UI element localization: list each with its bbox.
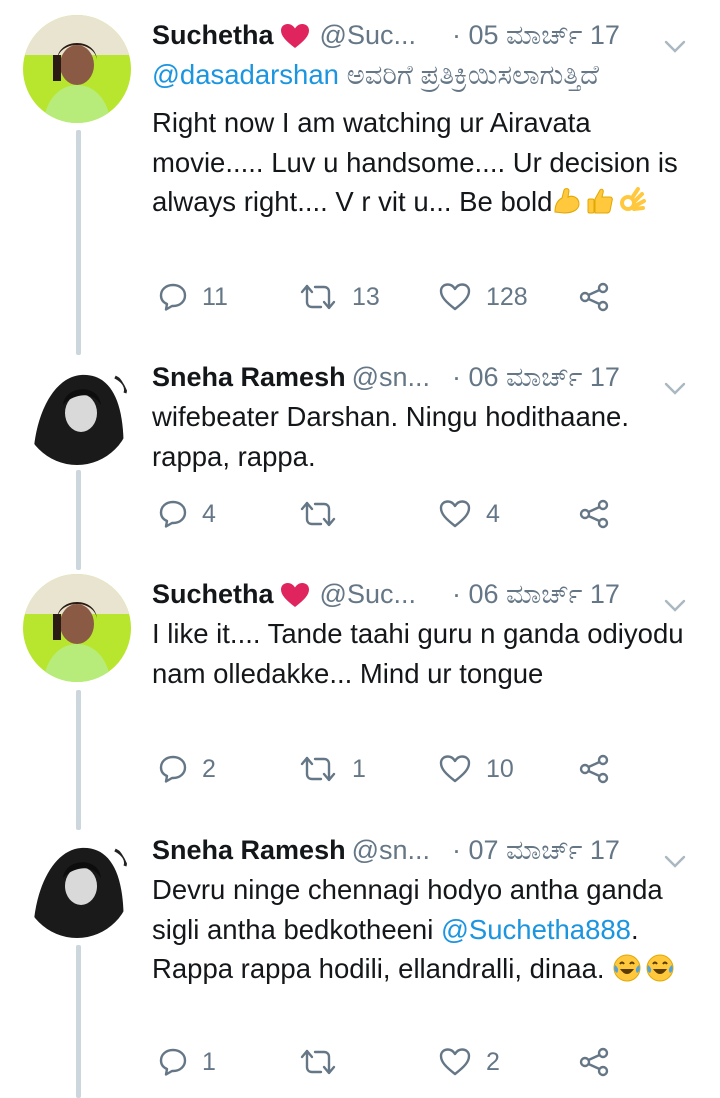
user-name[interactable]: Suchetha <box>152 579 274 609</box>
user-handle[interactable]: @sn... <box>352 362 430 392</box>
retweet-button[interactable] <box>298 1042 352 1082</box>
red-heart-icon <box>280 20 310 60</box>
avatar[interactable] <box>23 15 131 123</box>
reply-count: 11 <box>202 282 228 311</box>
reply-icon <box>158 282 188 312</box>
reply-button[interactable]: 1 <box>158 1042 216 1082</box>
retweet-icon <box>298 754 338 784</box>
emoji-flexed-biceps <box>552 186 582 216</box>
reply-to-link[interactable]: @dasadarshan <box>152 59 339 90</box>
heart-outline-icon <box>438 499 472 529</box>
retweet-button[interactable]: 1 <box>298 749 366 789</box>
share-button[interactable] <box>578 277 610 317</box>
tweet-text: wifebeater Darshan. Ningu hodithaane. ra… <box>152 397 697 476</box>
tweet-actions: 2 1 10 <box>152 749 652 789</box>
like-count: 4 <box>486 499 500 528</box>
emoji-face-with-tears-of-joy <box>645 953 675 983</box>
share-button[interactable] <box>578 1042 610 1082</box>
heart-outline-icon <box>438 1047 472 1077</box>
mention-link[interactable]: @Suchetha888 <box>441 914 631 945</box>
reply-count: 4 <box>202 499 216 528</box>
tweet-timestamp[interactable]: · 05 ಮಾರ್ಚ್ 17 <box>452 15 620 55</box>
avatar[interactable] <box>23 830 131 938</box>
thread-line <box>76 690 81 830</box>
avatar[interactable] <box>23 357 131 465</box>
user-handle[interactable]: @Suc... <box>320 579 416 609</box>
like-button[interactable]: 10 <box>438 749 514 789</box>
share-icon <box>578 499 610 529</box>
heart-outline-icon <box>438 282 472 312</box>
retweet-button[interactable]: 13 <box>298 277 380 317</box>
retweet-count: 1 <box>352 754 366 783</box>
tweet-timestamp[interactable]: · 06 ಮಾರ್ಚ್ 17 <box>452 357 620 397</box>
like-button[interactable]: 4 <box>438 494 500 534</box>
user-name[interactable]: Sneha Ramesh <box>152 362 346 392</box>
emoji-face-with-tears-of-joy <box>612 953 642 983</box>
user-handle[interactable]: @Suc... <box>320 20 416 50</box>
share-icon <box>578 282 610 312</box>
tweet-timestamp[interactable]: · 07 ಮಾರ್ಚ್ 17 <box>452 830 620 870</box>
reply-to-label: ಅವರಿಗೆ ಪ್ರತಿಕ್ರಿಯಿಸಲಾಗುತ್ತಿದೆ <box>338 59 599 90</box>
share-button[interactable] <box>578 494 610 534</box>
retweet-icon <box>298 282 338 312</box>
tweet-text-content: I like it.... Tande taahi guru n ganda o… <box>152 618 684 689</box>
thread-line <box>76 945 81 1098</box>
like-button[interactable]: 128 <box>438 277 528 317</box>
reply-icon <box>158 1047 188 1077</box>
reply-icon <box>158 499 188 529</box>
avatar[interactable] <box>23 574 131 682</box>
reply-button[interactable]: 4 <box>158 494 216 534</box>
reply-count: 2 <box>202 754 216 783</box>
tweet-text: Devru ninge chennagi hodyo antha ganda s… <box>152 870 697 989</box>
like-button[interactable]: 2 <box>438 1042 500 1082</box>
tweet-text-content: wifebeater Darshan. Ningu hodithaane. ra… <box>152 401 629 472</box>
reply-count: 1 <box>202 1047 216 1076</box>
retweet-icon <box>298 499 338 529</box>
reply-context: @dasadarshan ಅವರಿಗೆ ಪ್ರತಿಕ್ರಿಯಿಸಲಾಗುತ್ತಿ… <box>152 55 697 95</box>
like-count: 10 <box>486 754 514 783</box>
tweet-text: Right now I am watching ur Airavata movi… <box>152 103 697 222</box>
like-count: 128 <box>486 282 528 311</box>
red-heart-icon <box>280 579 310 619</box>
reply-button[interactable]: 2 <box>158 749 216 789</box>
emoji-ok-hand <box>618 186 648 216</box>
thread-line <box>76 130 81 355</box>
share-icon <box>578 754 610 784</box>
thread-line <box>76 470 81 570</box>
retweet-button[interactable] <box>298 494 352 534</box>
tweet-actions: 4 4 <box>152 494 652 534</box>
tweet-text: I like it.... Tande taahi guru n ganda o… <box>152 614 697 693</box>
tweet-actions: 11 13 128 <box>152 277 652 317</box>
tweet-actions: 1 2 <box>152 1042 652 1082</box>
user-name[interactable]: Suchetha <box>152 20 274 50</box>
user-handle[interactable]: @sn... <box>352 835 430 865</box>
user-name[interactable]: Sneha Ramesh <box>152 835 346 865</box>
emoji-thumbs-up <box>585 186 615 216</box>
reply-icon <box>158 754 188 784</box>
like-count: 2 <box>486 1047 500 1076</box>
share-button[interactable] <box>578 749 610 789</box>
heart-outline-icon <box>438 754 472 784</box>
retweet-count: 13 <box>352 282 380 311</box>
retweet-icon <box>298 1047 338 1077</box>
reply-button[interactable]: 11 <box>158 277 228 317</box>
tweet-timestamp[interactable]: · 06 ಮಾರ್ಚ್ 17 <box>452 574 620 614</box>
share-icon <box>578 1047 610 1077</box>
